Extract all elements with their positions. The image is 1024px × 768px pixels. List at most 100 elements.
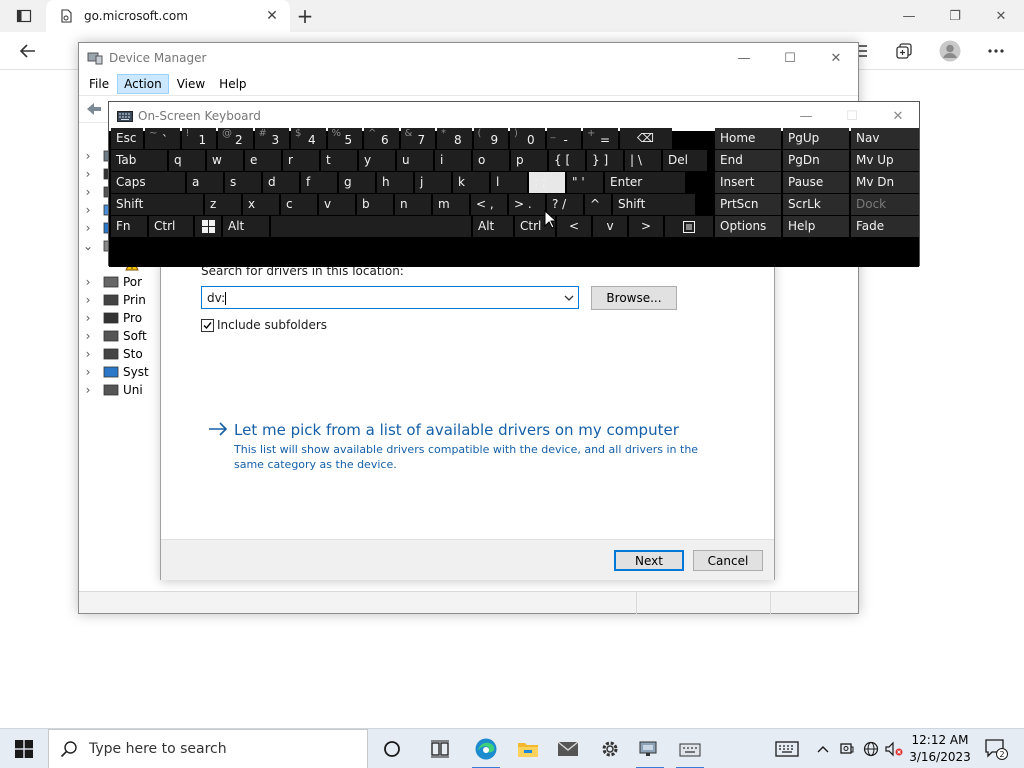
key-row4-0[interactable]: Shift [111, 194, 203, 215]
system-clock[interactable]: 12:12 AM 3/16/2023 [906, 732, 974, 766]
menu-action[interactable]: Action [117, 74, 169, 94]
key-digit-8[interactable]: & 7 [400, 128, 435, 149]
chevron-down-icon[interactable] [560, 287, 578, 308]
key-row3-7[interactable]: j [415, 172, 451, 193]
key-row5-2[interactable]: Alt [223, 216, 269, 237]
nav-key-nav_col1-1[interactable]: End [715, 150, 781, 171]
chevron-right-icon[interactable]: › [81, 167, 95, 181]
key-row2-12[interactable]: } ] [587, 150, 623, 171]
key-digit-12[interactable]: _ - [546, 128, 581, 149]
key-row4-4[interactable]: v [319, 194, 355, 215]
windows-start-icon[interactable] [0, 729, 48, 768]
key-row5-1[interactable]: Ctrl [149, 216, 193, 237]
toolbar-back-icon[interactable] [85, 101, 103, 120]
driver-location-input[interactable]: dv: [202, 291, 560, 305]
key-row5-3[interactable]: Alt [473, 216, 513, 237]
key-row2-6[interactable]: y [359, 150, 395, 171]
mail-icon[interactable] [548, 729, 588, 768]
key-digit-10[interactable]: (9 [473, 128, 508, 149]
key-digit-11[interactable]: ) 0 [510, 128, 545, 149]
pick-driver-link-text[interactable]: Let me pick from a list of available dri… [234, 421, 679, 439]
task-view-icon[interactable] [420, 729, 460, 768]
tree-category-item[interactable]: › Soft [81, 327, 147, 345]
key-row3-11[interactable]: " ' [567, 172, 603, 193]
key-row4-9[interactable]: > . [509, 194, 545, 215]
key-row3-6[interactable]: h [377, 172, 413, 193]
context-menu-key-icon[interactable] [665, 216, 713, 237]
key-row2-1[interactable]: q [169, 150, 205, 171]
key-row3-0[interactable]: Caps [111, 172, 185, 193]
key-row4-5[interactable]: b [357, 194, 393, 215]
key-row5-6[interactable]: v [593, 216, 627, 237]
key-row3-1[interactable]: a [187, 172, 223, 193]
nav-key-nav_col3-1[interactable]: Mv Up [851, 150, 919, 171]
osk-minimize-button[interactable]: — [783, 102, 829, 131]
key-row3-10[interactable]: : ; [529, 172, 565, 193]
next-button[interactable]: Next [614, 550, 684, 571]
key-row2-4[interactable]: r [283, 150, 319, 171]
key-row3-12[interactable]: Enter [605, 172, 685, 193]
tab-close-button[interactable]: ✕ [262, 6, 282, 26]
key-row2-13[interactable]: | \ [625, 150, 661, 171]
osk-close-button[interactable]: ✕ [875, 102, 921, 131]
nav-key-nav_col2-2[interactable]: Pause [783, 172, 849, 193]
chevron-right-icon[interactable]: › [81, 221, 95, 235]
key-row2-3[interactable]: e [245, 150, 281, 171]
tree-category-item[interactable]: › Pro [81, 309, 142, 327]
tree-category-item[interactable]: › Uni [81, 381, 143, 399]
key-row4-1[interactable]: z [205, 194, 241, 215]
browser-tab[interactable]: go.microsoft.com ✕ [46, 0, 290, 32]
windows-key-icon[interactable] [195, 216, 221, 237]
taskbar-search-box[interactable]: Type here to search [48, 729, 368, 768]
pick-driver-link[interactable]: Let me pick from a list of available dri… [208, 421, 679, 439]
collections-icon[interactable] [888, 36, 920, 66]
key-row3-3[interactable]: d [263, 172, 299, 193]
tree-category-item[interactable]: › Syst [81, 363, 149, 381]
menu-view[interactable]: View [171, 75, 211, 93]
key-row4-11[interactable]: ^ [585, 194, 611, 215]
key-row4-8[interactable]: < , [471, 194, 507, 215]
key-row5-7[interactable]: > [629, 216, 663, 237]
key-row4-3[interactable]: c [281, 194, 317, 215]
device-manager-taskbar-icon[interactable] [630, 729, 670, 768]
back-arrow-icon[interactable] [12, 36, 44, 66]
chevron-right-icon[interactable]: › [81, 203, 95, 217]
chevron-right-icon[interactable]: › [81, 347, 95, 361]
nav-key-nav_col1-0[interactable]: Home [715, 128, 781, 149]
key-digit-7[interactable]: ^ 6 [364, 128, 399, 149]
edge-browser-icon[interactable] [466, 729, 506, 768]
keyboard-tray-icon[interactable] [772, 729, 802, 768]
key-row2-9[interactable]: o [473, 150, 509, 171]
key-row2-0[interactable]: Tab [111, 150, 167, 171]
tab-actions-icon[interactable] [8, 4, 40, 28]
settings-gear-icon[interactable] [590, 729, 630, 768]
key-row4-7[interactable]: m [433, 194, 469, 215]
chevron-right-icon[interactable]: › [81, 311, 95, 325]
device-manager-minimize-button[interactable]: — [721, 43, 767, 73]
tree-category-item[interactable]: › Por [81, 273, 143, 291]
nav-key-nav_col1-3[interactable]: PrtScn [715, 194, 781, 215]
key-digit-9[interactable]: * 8 [437, 128, 472, 149]
key-digit-6[interactable]: % 5 [327, 128, 362, 149]
key-row2-8[interactable]: i [435, 150, 471, 171]
on-screen-keyboard-taskbar-icon[interactable] [670, 729, 710, 768]
menu-help[interactable]: Help [213, 75, 252, 93]
key-backspace[interactable]: ⌫ [619, 128, 672, 149]
key-row3-4[interactable]: f [301, 172, 337, 193]
key-digit-4[interactable]: #3 [254, 128, 289, 149]
spacebar-key[interactable] [271, 216, 471, 237]
cancel-button[interactable]: Cancel [693, 550, 763, 571]
browser-close-button[interactable]: ✕ [978, 0, 1024, 32]
device-manager-close-button[interactable]: ✕ [813, 43, 859, 73]
key-digit-3[interactable]: @2 [218, 128, 253, 149]
key-row4-2[interactable]: x [243, 194, 279, 215]
chevron-right-icon[interactable]: › [81, 149, 95, 163]
browser-restore-button[interactable]: ❐ [932, 0, 978, 32]
notification-center-icon[interactable]: 2 [976, 729, 1016, 768]
key-row2-2[interactable]: w [207, 150, 243, 171]
network-device-icon[interactable] [836, 729, 858, 768]
nav-key-nav_col1-2[interactable]: Insert [715, 172, 781, 193]
file-explorer-icon[interactable] [508, 729, 548, 768]
key-row2-5[interactable]: t [321, 150, 357, 171]
key-row2-7[interactable]: u [397, 150, 433, 171]
